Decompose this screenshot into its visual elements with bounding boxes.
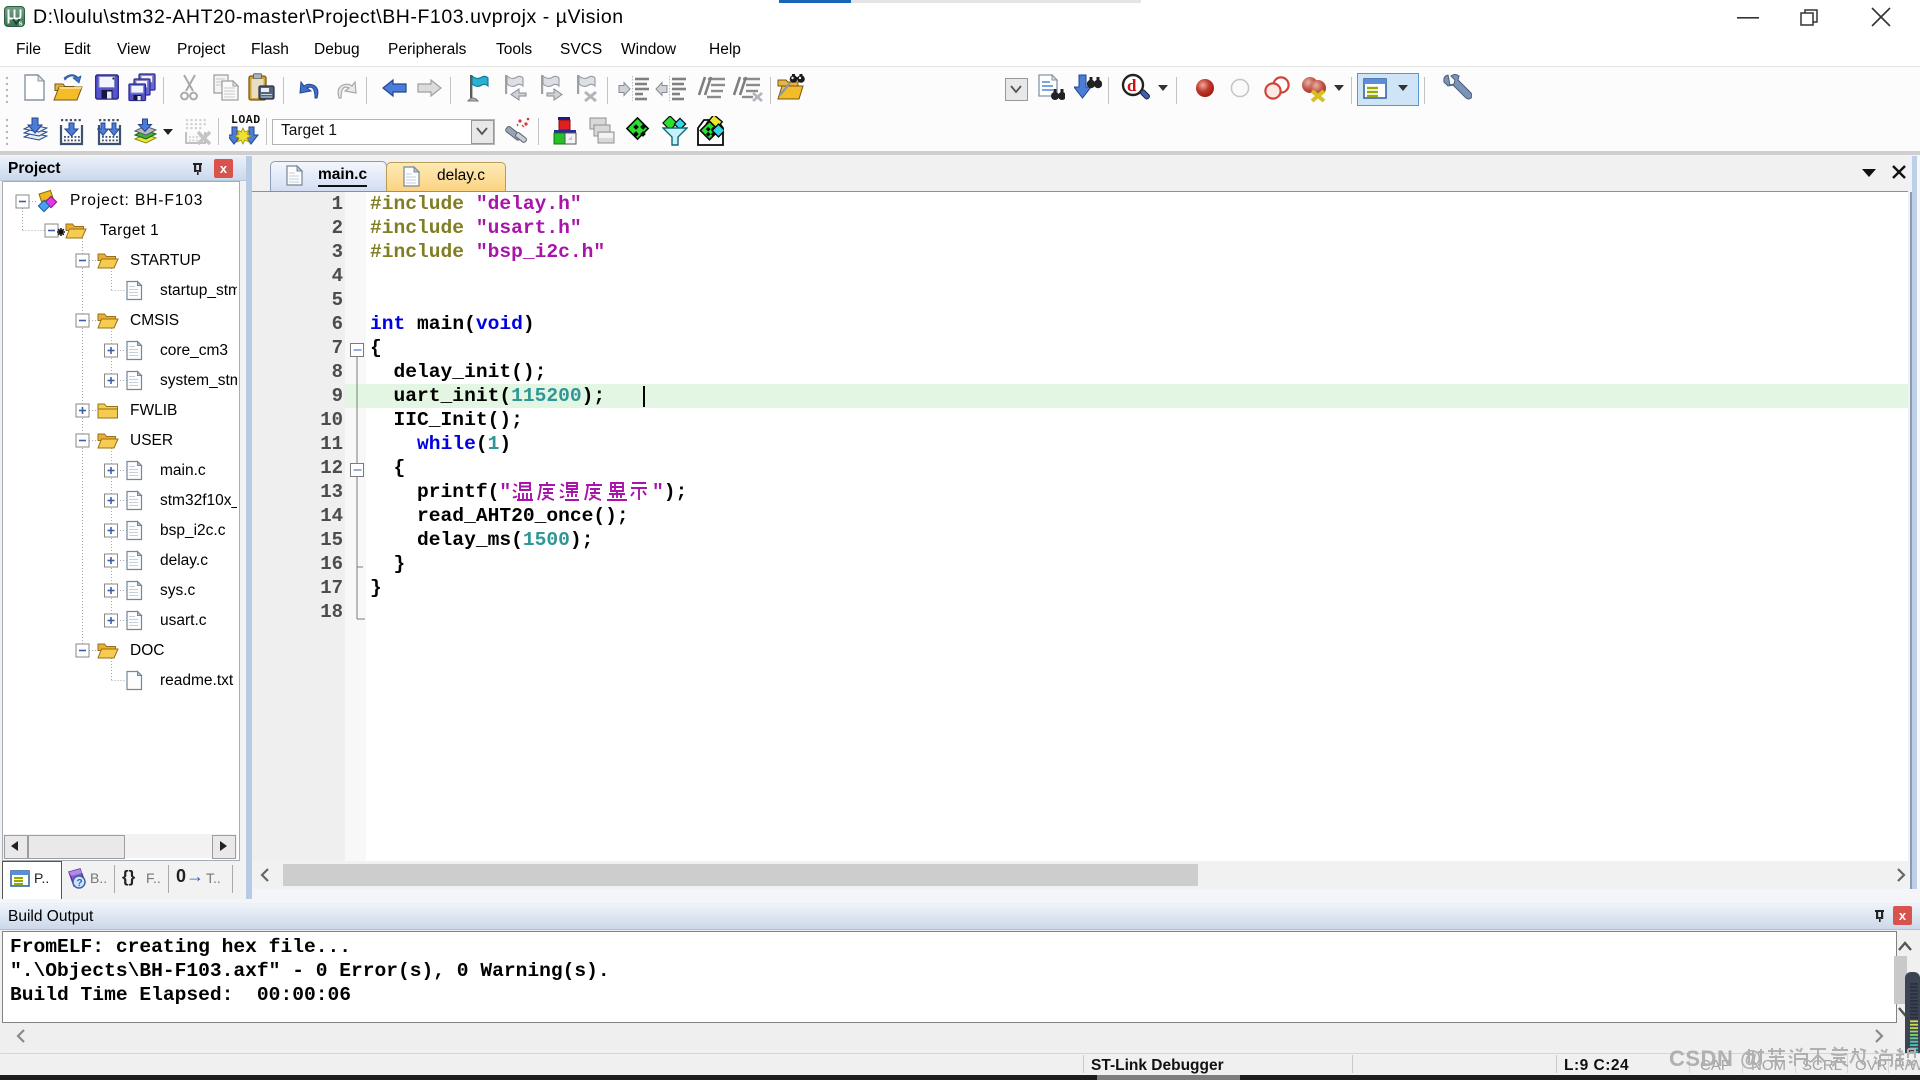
svg-text:d: d bbox=[1127, 76, 1137, 95]
svg-text:?: ? bbox=[77, 878, 83, 889]
svg-text:s: s bbox=[19, 19, 23, 28]
